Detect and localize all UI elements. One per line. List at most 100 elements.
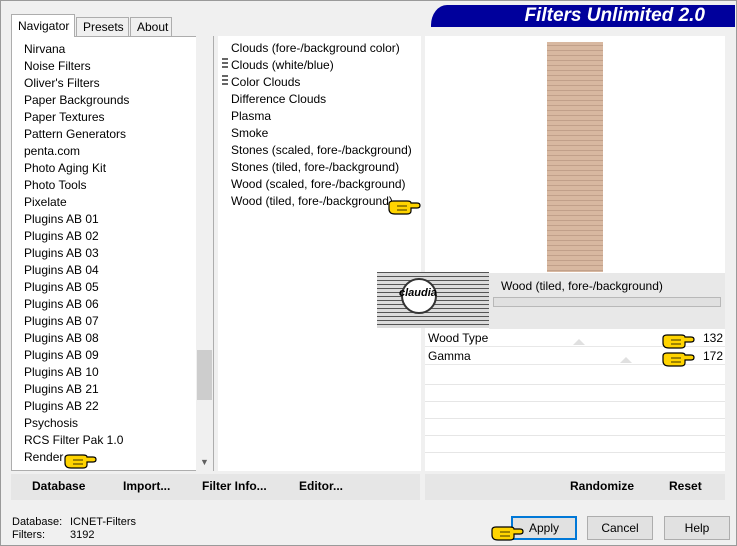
category-item[interactable]: Plugins AB 02: [24, 228, 129, 245]
wood-grain-line: [547, 110, 603, 111]
pointing-hand-icon: [661, 331, 695, 351]
cancel-button[interactable]: Cancel: [587, 516, 653, 540]
slider-marker-icon[interactable]: [573, 339, 585, 345]
filter-list[interactable]: Clouds (fore-/background color) Clouds (w…: [218, 36, 421, 471]
wood-grain-line: [547, 135, 603, 136]
scrollbar-thumb[interactable]: [197, 350, 212, 400]
filter-item[interactable]: Plasma: [231, 108, 412, 125]
filter-item[interactable]: Clouds (white/blue): [231, 57, 412, 74]
watermark-text: claudia: [399, 287, 437, 299]
tab-presets[interactable]: Presets: [76, 17, 129, 36]
category-item[interactable]: Noise Filters: [24, 58, 129, 75]
filter-item[interactable]: Wood (tiled, fore-/background): [231, 193, 412, 210]
wood-grain-line: [547, 215, 603, 216]
category-scrollbar[interactable]: ▼: [196, 36, 213, 471]
category-item[interactable]: Plugins AB 22: [24, 398, 129, 415]
randomize-button[interactable]: Randomize: [570, 479, 634, 493]
wood-grain-line: [547, 150, 603, 151]
category-item[interactable]: Pattern Generators: [24, 126, 129, 143]
status-area: Database: ICNET-Filters Filters: 3192: [12, 516, 136, 542]
right-button-strip: Randomize Reset: [425, 474, 725, 500]
category-item[interactable]: RCS Filter Pak 1.0: [24, 432, 129, 449]
filter-item[interactable]: Color Clouds: [231, 74, 412, 91]
wood-grain-line: [547, 190, 603, 191]
filter-item[interactable]: Difference Clouds: [231, 91, 412, 108]
pointing-hand-icon: [490, 523, 524, 543]
category-item[interactable]: Pixelate: [24, 194, 129, 211]
category-item[interactable]: Plugins AB 10: [24, 364, 129, 381]
category-item[interactable]: Plugins AB 06: [24, 296, 129, 313]
pointing-hand-icon: [387, 197, 421, 217]
param-divider: [425, 452, 725, 453]
filter-item[interactable]: Clouds (fore-/background color): [231, 40, 412, 57]
filter-item[interactable]: Stones (tiled, fore-/background): [231, 159, 412, 176]
wood-grain-line: [547, 50, 603, 51]
wood-grain-line: [547, 120, 603, 121]
param-value[interactable]: 132: [703, 331, 723, 345]
filters-label: Filters:: [12, 529, 45, 541]
category-item[interactable]: Photo Aging Kit: [24, 160, 129, 177]
wood-grain-line: [547, 165, 603, 166]
category-item[interactable]: Nirvana: [24, 41, 129, 58]
tab-navigator[interactable]: Navigator: [11, 14, 75, 37]
category-item[interactable]: Plugins AB 01: [24, 211, 129, 228]
filter-item[interactable]: Stones (scaled, fore-/background): [231, 142, 412, 159]
marker-icon: [222, 58, 228, 69]
filters-count: 3192: [70, 529, 95, 541]
wood-grain-line: [547, 255, 603, 256]
wood-grain-line: [547, 115, 603, 116]
wood-grain-line: [547, 100, 603, 101]
param-divider: [425, 418, 725, 419]
wood-grain-line: [547, 65, 603, 66]
category-item[interactable]: Plugins AB 03: [24, 245, 129, 262]
category-item[interactable]: Photo Tools: [24, 177, 129, 194]
param-divider: [425, 401, 725, 402]
database-button[interactable]: Database: [32, 479, 85, 493]
param-name: Wood Type: [428, 331, 489, 345]
wood-grain-line: [547, 130, 603, 131]
marker-icon: [222, 75, 228, 86]
preview-panel: Wood (tiled, fore-/background) claudia W…: [377, 36, 725, 471]
wood-grain-line: [547, 170, 603, 171]
wood-grain-line: [547, 70, 603, 71]
wood-grain-line: [547, 270, 603, 271]
wood-grain-line: [547, 240, 603, 241]
filter-item[interactable]: Wood (scaled, fore-/background): [231, 176, 412, 193]
category-item[interactable]: Paper Textures: [24, 109, 129, 126]
pointing-hand-icon: [63, 451, 97, 471]
param-value[interactable]: 172: [703, 349, 723, 363]
import-button[interactable]: Import...: [123, 479, 170, 493]
category-item[interactable]: Plugins AB 08: [24, 330, 129, 347]
wood-grain-line: [547, 230, 603, 231]
slider-marker-icon[interactable]: [620, 357, 632, 363]
filter-preview: [547, 42, 603, 272]
wood-grain-line: [547, 260, 603, 261]
database-value: ICNET-Filters: [70, 516, 136, 528]
category-item[interactable]: Paper Backgrounds: [24, 92, 129, 109]
wood-grain-line: [547, 265, 603, 266]
wood-grain-line: [547, 85, 603, 86]
wood-grain-line: [547, 60, 603, 61]
filter-info-button[interactable]: Filter Info...: [202, 479, 267, 493]
wood-grain-line: [547, 160, 603, 161]
editor-button[interactable]: Editor...: [299, 479, 343, 493]
category-item[interactable]: Plugins AB 04: [24, 262, 129, 279]
category-list[interactable]: Nirvana Noise Filters Oliver's Filters Pape…: [11, 36, 214, 471]
category-item[interactable]: Plugins AB 05: [24, 279, 129, 296]
wood-grain-line: [547, 245, 603, 246]
param-divider: [425, 435, 725, 436]
category-item[interactable]: penta.com: [24, 143, 129, 160]
scroll-down-icon[interactable]: ▼: [196, 454, 213, 471]
category-item[interactable]: Plugins AB 21: [24, 381, 129, 398]
category-item[interactable]: Oliver's Filters: [24, 75, 129, 92]
tab-about[interactable]: About: [130, 17, 172, 36]
category-item[interactable]: Plugins AB 09: [24, 347, 129, 364]
category-item[interactable]: Plugins AB 07: [24, 313, 129, 330]
category-item[interactable]: Psychosis: [24, 415, 129, 432]
database-label: Database:: [12, 516, 63, 528]
wood-grain-line: [547, 225, 603, 226]
param-divider: [425, 384, 725, 385]
filter-item[interactable]: Smoke: [231, 125, 412, 142]
help-button[interactable]: Help: [664, 516, 730, 540]
reset-button[interactable]: Reset: [669, 479, 702, 493]
